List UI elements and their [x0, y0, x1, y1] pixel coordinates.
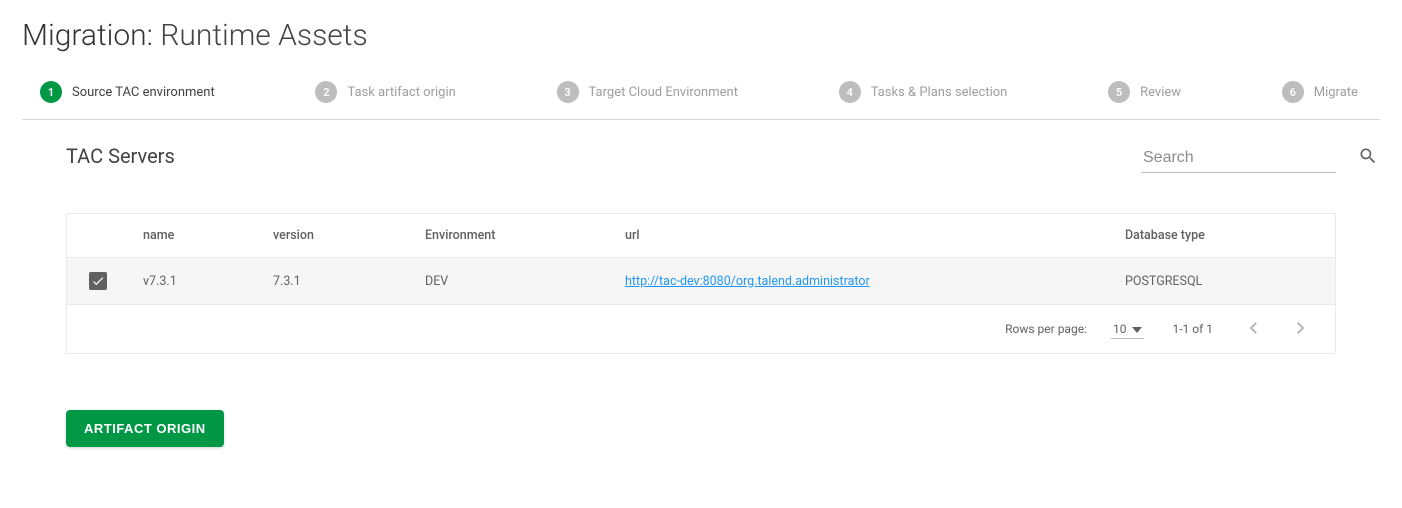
search-field[interactable]: [1141, 146, 1336, 173]
rows-per-page-label: Rows per page:: [1005, 322, 1087, 336]
rows-per-page-select[interactable]: 10: [1111, 320, 1145, 339]
table-header: name version Environment url Database ty…: [67, 214, 1335, 258]
step-tasks-plans-selection[interactable]: 4 Tasks & Plans selection: [839, 81, 1008, 103]
cell-environment: DEV: [425, 260, 625, 303]
artifact-origin-button[interactable]: ARTIFACT ORIGIN: [66, 410, 224, 447]
step-number: 5: [1108, 81, 1130, 103]
step-target-cloud-environment[interactable]: 3 Target Cloud Environment: [557, 81, 738, 103]
step-migrate[interactable]: 6 Migrate: [1282, 81, 1358, 103]
chevron-right-icon: [1297, 322, 1305, 337]
step-label: Tasks & Plans selection: [871, 85, 1008, 100]
page-title-prefix: Migration:: [22, 18, 153, 53]
table-row[interactable]: v7.3.1 7.3.1 DEV http://tac-dev:8080/org…: [67, 258, 1335, 304]
stepper: 1 Source TAC environment 2 Task artifact…: [22, 77, 1380, 120]
step-number: 4: [839, 81, 861, 103]
search-input[interactable]: [1141, 148, 1352, 168]
step-review[interactable]: 5 Review: [1108, 81, 1181, 103]
prev-page-button[interactable]: [1241, 317, 1265, 341]
page-title: Migration: Runtime Assets: [22, 18, 1380, 53]
step-label: Target Cloud Environment: [589, 85, 738, 100]
step-label: Review: [1140, 85, 1181, 100]
step-number: 6: [1282, 81, 1304, 103]
rows-per-page-value: 10: [1113, 322, 1127, 336]
step-label: Migrate: [1314, 85, 1358, 100]
cell-version: 7.3.1: [273, 260, 425, 303]
next-page-button[interactable]: [1289, 317, 1313, 341]
col-environment[interactable]: Environment: [425, 214, 625, 257]
page-title-suffix: Runtime Assets: [160, 18, 367, 53]
cell-url-link[interactable]: http://tac-dev:8080/org.talend.administr…: [625, 274, 870, 289]
step-number: 3: [557, 81, 579, 103]
cell-database-type: POSTGRESQL: [1125, 260, 1335, 303]
pagination-range: 1-1 of 1: [1172, 322, 1213, 336]
cell-name: v7.3.1: [143, 260, 273, 303]
chevron-left-icon: [1249, 322, 1257, 337]
col-database-type[interactable]: Database type: [1125, 214, 1335, 257]
step-number: 2: [315, 81, 337, 103]
caret-down-icon: [1132, 322, 1142, 336]
step-task-artifact-origin[interactable]: 2 Task artifact origin: [315, 81, 455, 103]
step-source-tac-environment[interactable]: 1 Source TAC environment: [40, 81, 215, 103]
col-version[interactable]: version: [273, 214, 425, 257]
search-icon: [1358, 146, 1378, 170]
step-label: Source TAC environment: [72, 85, 215, 100]
col-url[interactable]: url: [625, 214, 1125, 257]
table-footer: Rows per page: 10 1-1 of 1: [67, 304, 1335, 353]
step-number: 1: [40, 81, 62, 103]
servers-table: name version Environment url Database ty…: [66, 213, 1336, 354]
step-label: Task artifact origin: [347, 85, 455, 100]
col-name[interactable]: name: [143, 214, 273, 257]
row-checkbox[interactable]: [89, 272, 107, 290]
